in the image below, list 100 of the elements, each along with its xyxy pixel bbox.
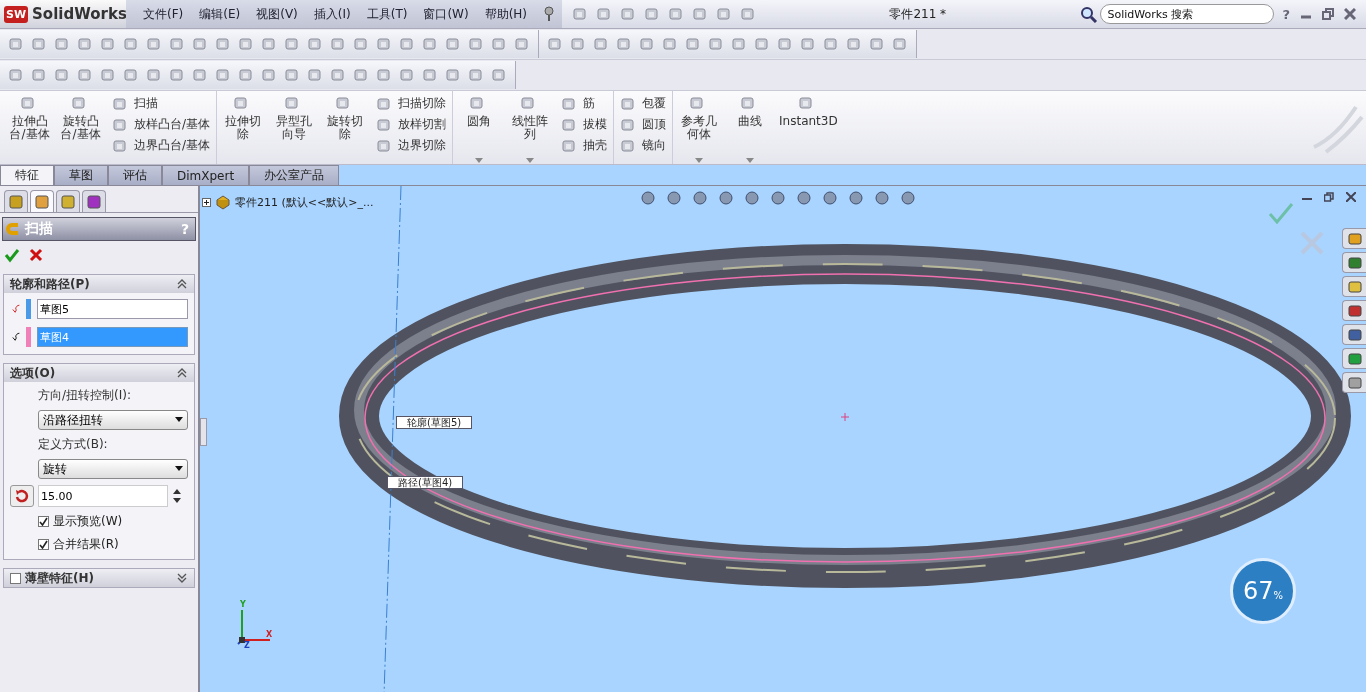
tool-icon[interactable]	[892, 36, 908, 52]
panel-tab[interactable]	[56, 190, 80, 212]
ribbon-button[interactable]: 圆顶	[620, 116, 667, 133]
ribbon-button[interactable]: 异型孔向导	[268, 91, 320, 164]
ribbon-button[interactable]: 拉伸凸台/基体	[4, 91, 55, 164]
tool-icon[interactable]	[572, 6, 589, 22]
tool-icon[interactable]	[31, 36, 47, 52]
tool-icon[interactable]	[445, 36, 461, 52]
tool-icon[interactable]	[54, 67, 70, 83]
confirm-icon[interactable]	[1268, 202, 1294, 224]
ribbon-button[interactable]: 拉伸切除	[217, 91, 269, 164]
panel-tab[interactable]	[82, 190, 106, 212]
tool-icon[interactable]	[192, 36, 208, 52]
selection-field[interactable]: 草图5	[37, 299, 188, 319]
tool-icon[interactable]	[869, 36, 885, 52]
pin-icon[interactable]	[542, 6, 557, 22]
tool-icon[interactable]	[284, 67, 300, 83]
ribbon-button[interactable]: 边界切除	[376, 137, 447, 154]
tool-icon[interactable]	[8, 67, 24, 83]
tool-icon[interactable]	[468, 36, 484, 52]
task-pane-tab[interactable]	[1342, 228, 1366, 249]
ribbon-button[interactable]: 放样凸台/基体	[112, 116, 211, 133]
checkbox[interactable]	[38, 539, 49, 550]
ribbon-button[interactable]: 扫描切除	[376, 95, 447, 112]
menu-item[interactable]: 窗口(W)	[416, 5, 476, 23]
search-field[interactable]: SolidWorks 搜索	[1100, 4, 1275, 24]
tool-icon[interactable]	[77, 67, 93, 83]
ribbon-button[interactable]: 扫描	[112, 95, 211, 112]
tool-icon[interactable]	[823, 36, 839, 52]
tool-icon[interactable]	[146, 67, 162, 83]
ribbon-button[interactable]: 参考几何体	[673, 91, 725, 164]
ribbon-button[interactable]: 拔模	[561, 116, 608, 133]
menu-item[interactable]: 工具(T)	[359, 5, 415, 23]
tool-icon[interactable]	[491, 67, 507, 83]
task-pane-tab[interactable]	[1342, 324, 1366, 345]
tool-icon[interactable]	[307, 67, 323, 83]
chevron-button[interactable]	[176, 277, 188, 291]
number-field[interactable]: 15.00	[38, 485, 168, 507]
tool-icon[interactable]	[445, 67, 461, 83]
ribbon-button[interactable]: 曲线	[724, 91, 776, 164]
tool-icon[interactable]	[422, 36, 438, 52]
tool-icon[interactable]	[596, 6, 613, 22]
tool-icon[interactable]	[123, 36, 139, 52]
tool-icon[interactable]	[261, 67, 277, 83]
tree-item[interactable]: 零件211 (默认<<默认>_...	[235, 194, 374, 210]
tool-icon[interactable]	[100, 36, 116, 52]
tool-icon[interactable]	[353, 36, 369, 52]
chevron-button[interactable]	[176, 571, 188, 585]
tab[interactable]: 办公室产品	[249, 165, 340, 185]
tool-icon[interactable]	[238, 67, 254, 83]
tool-icon[interactable]	[547, 36, 563, 52]
view-tool-icon[interactable]	[848, 190, 864, 206]
tool-icon[interactable]	[468, 67, 484, 83]
tool-icon[interactable]	[169, 36, 185, 52]
ribbon-button[interactable]: 旋转切除	[319, 91, 371, 164]
collapse-handle[interactable]	[200, 418, 207, 446]
tool-icon[interactable]	[692, 6, 709, 22]
tool-icon[interactable]	[307, 36, 323, 52]
tool-icon[interactable]	[491, 36, 507, 52]
tool-icon[interactable]	[754, 36, 770, 52]
menu-item[interactable]: 帮助(H)	[477, 5, 535, 23]
restore-icon[interactable]	[1322, 8, 1334, 20]
tool-icon[interactable]	[376, 36, 392, 52]
panel-tab[interactable]	[30, 190, 54, 212]
ribbon-button[interactable]: 旋转凸台/基体	[55, 91, 106, 164]
tool-icon[interactable]	[708, 36, 724, 52]
tool-icon[interactable]	[846, 36, 862, 52]
checkbox[interactable]	[10, 572, 21, 584]
ribbon-button[interactable]: 筋	[561, 95, 608, 112]
tool-icon[interactable]	[123, 67, 139, 83]
tab[interactable]: DimXpert	[162, 165, 250, 185]
tool-icon[interactable]	[54, 36, 70, 52]
chevron-button[interactable]	[176, 366, 188, 380]
tool-icon[interactable]	[192, 67, 208, 83]
tool-icon[interactable]	[284, 36, 300, 52]
ribbon-button[interactable]: 边界凸台/基体	[112, 137, 211, 154]
tab[interactable]: 评估	[108, 165, 162, 185]
tool-icon[interactable]	[100, 67, 116, 83]
tool-icon[interactable]	[514, 36, 530, 52]
tool-icon[interactable]	[716, 6, 733, 22]
ribbon-button[interactable]: 镜向	[620, 137, 667, 154]
tool-icon[interactable]	[261, 36, 277, 52]
view-tool-icon[interactable]	[666, 190, 682, 206]
tool-icon[interactable]	[77, 36, 93, 52]
menu-item[interactable]: 编辑(E)	[192, 5, 248, 23]
help-button[interactable]: ?	[1282, 6, 1290, 22]
restore-icon[interactable]	[1324, 192, 1334, 202]
view-tool-icon[interactable]	[900, 190, 916, 206]
search-icon[interactable]	[1079, 5, 1100, 23]
close-icon[interactable]	[1346, 192, 1356, 202]
menu-item[interactable]: 插入(I)	[306, 5, 358, 23]
tool-icon[interactable]	[644, 6, 661, 22]
tool-icon[interactable]	[570, 36, 586, 52]
tool-icon[interactable]	[639, 36, 655, 52]
view-tool-icon[interactable]	[770, 190, 786, 206]
tab[interactable]: 草图	[54, 165, 108, 185]
ribbon-button[interactable]: Instant3D	[775, 91, 842, 164]
reverse-button[interactable]	[10, 485, 34, 507]
tool-icon[interactable]	[146, 36, 162, 52]
panel-tab[interactable]	[4, 190, 28, 212]
